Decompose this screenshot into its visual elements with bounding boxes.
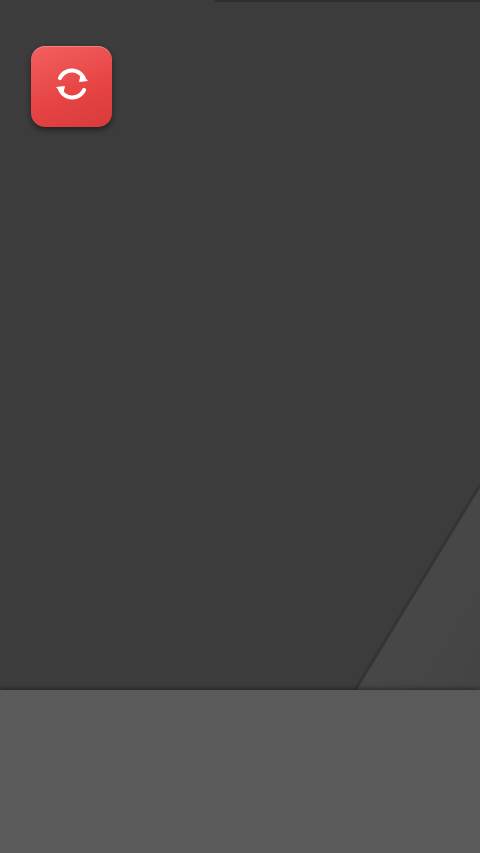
- refresh-icon: [50, 62, 94, 111]
- dock: [0, 690, 480, 853]
- app-icon-sync[interactable]: [31, 46, 112, 127]
- wallpaper: [0, 0, 480, 690]
- home-screen: [0, 0, 480, 853]
